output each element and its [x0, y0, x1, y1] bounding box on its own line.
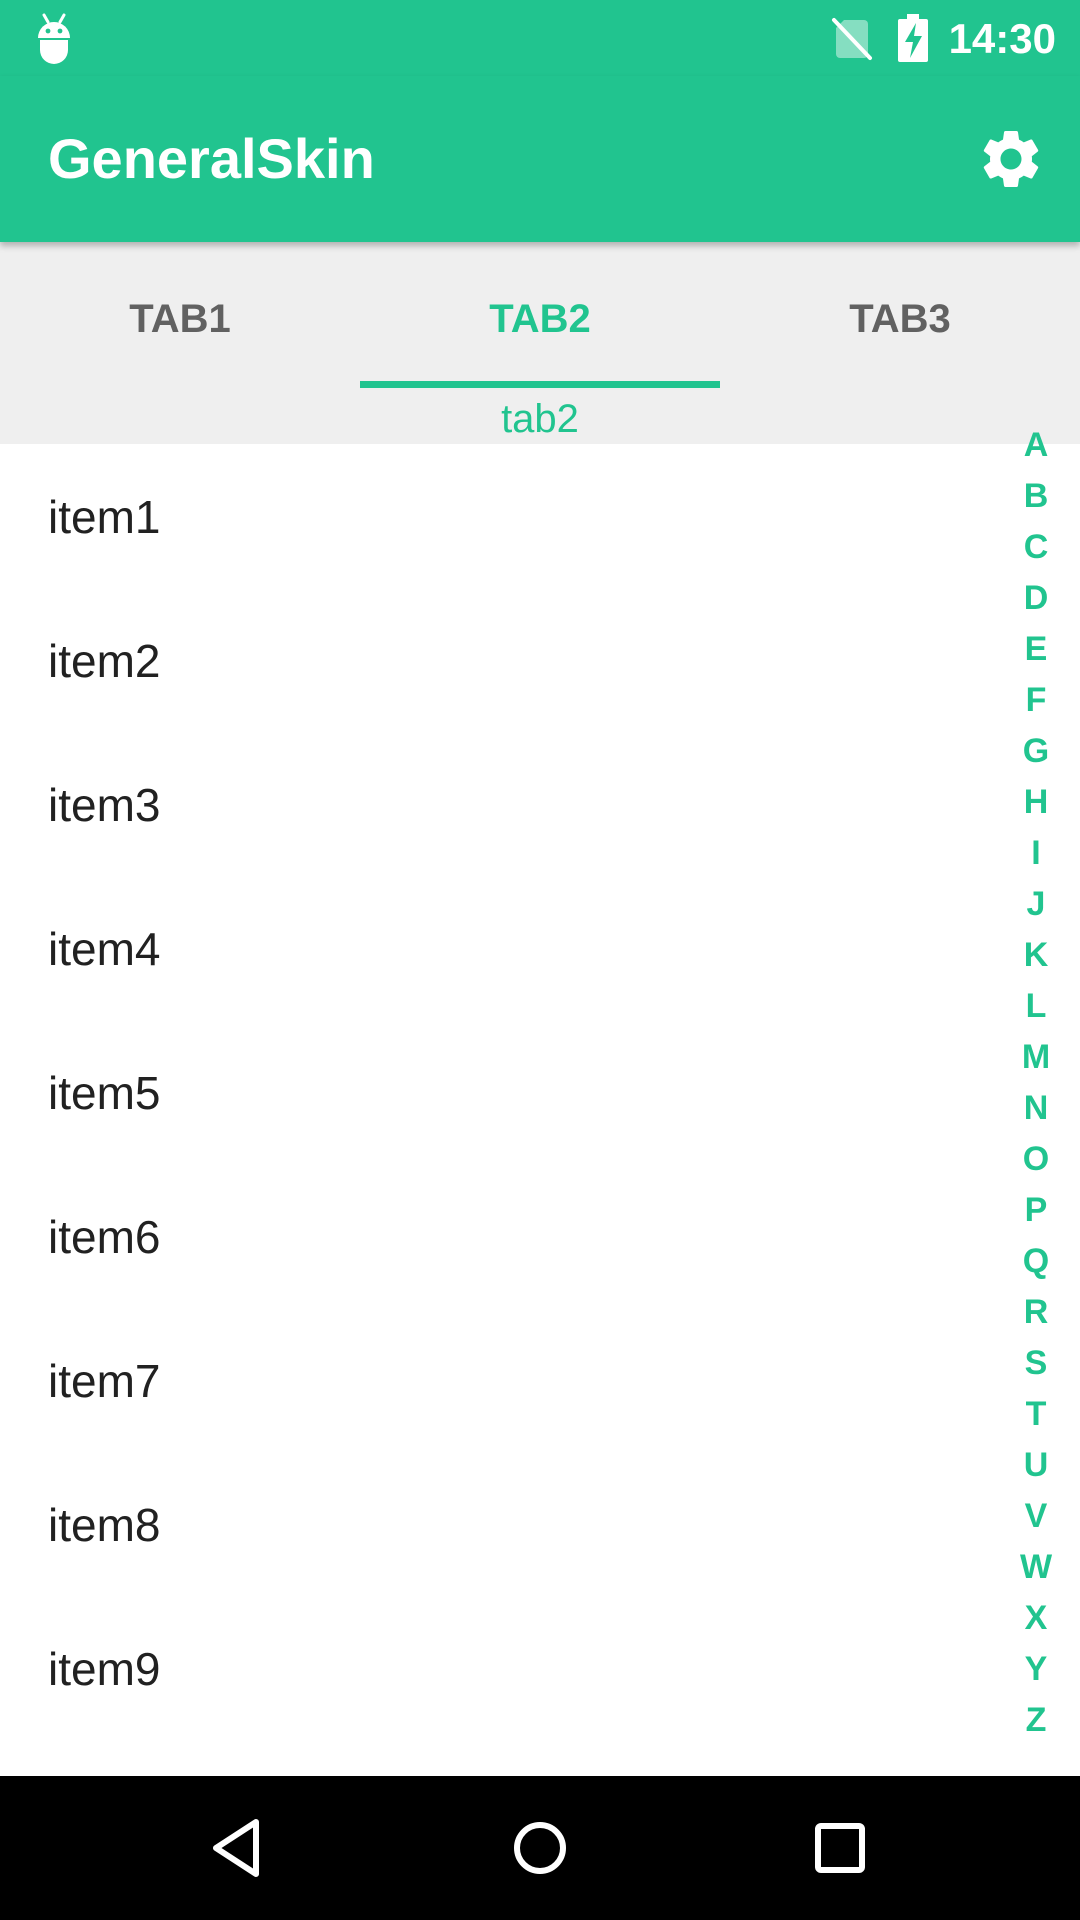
status-bar: 14:30 — [0, 0, 1080, 76]
index-letter-r[interactable]: R — [992, 1287, 1080, 1338]
list-item[interactable]: item9 — [0, 1596, 1080, 1740]
tab-label: TAB3 — [849, 297, 951, 341]
index-letter-y[interactable]: Y — [992, 1644, 1080, 1695]
index-letter-b[interactable]: B — [992, 471, 1080, 522]
list-item[interactable]: item8 — [0, 1452, 1080, 1596]
index-letter-k[interactable]: K — [992, 930, 1080, 981]
list-item-label: item5 — [48, 1067, 161, 1119]
tab-2[interactable]: TAB2 — [360, 242, 720, 388]
index-letter-s[interactable]: S — [992, 1338, 1080, 1389]
index-letter-o[interactable]: O — [992, 1134, 1080, 1185]
index-letter-l[interactable]: L — [992, 981, 1080, 1032]
index-letter-t[interactable]: T — [992, 1389, 1080, 1440]
home-icon[interactable] — [504, 1812, 576, 1884]
gear-icon[interactable] — [976, 124, 1046, 194]
list-item[interactable]: item7 — [0, 1308, 1080, 1452]
index-letter-v[interactable]: V — [992, 1491, 1080, 1542]
list-item[interactable]: item3 — [0, 732, 1080, 876]
tab-label: TAB2 — [489, 297, 591, 341]
list-item[interactable]: item5 — [0, 1020, 1080, 1164]
index-letter-i[interactable]: I — [992, 828, 1080, 879]
back-icon[interactable] — [204, 1812, 276, 1884]
index-letter-d[interactable]: D — [992, 573, 1080, 624]
index-letter-h[interactable]: H — [992, 777, 1080, 828]
index-letter-w[interactable]: W — [992, 1542, 1080, 1593]
item-list[interactable]: item1 item2 item3 item4 item5 item6 item… — [0, 444, 1080, 1776]
index-letter-u[interactable]: U — [992, 1440, 1080, 1491]
navigation-bar — [0, 1776, 1080, 1920]
list-item-label: item7 — [48, 1355, 161, 1407]
android-debug-icon — [38, 13, 70, 64]
index-letter-g[interactable]: G — [992, 726, 1080, 777]
list-item-label: item2 — [48, 635, 161, 687]
list-item-label: item1 — [48, 491, 161, 543]
list-item[interactable]: item1 — [0, 444, 1080, 588]
index-letter-z[interactable]: Z — [992, 1695, 1080, 1746]
tab-content-label: tab2 — [501, 397, 579, 441]
tab-bar: TAB1 TAB2 TAB3 tab2 — [0, 242, 1080, 444]
index-letter-q[interactable]: Q — [992, 1236, 1080, 1287]
index-letter-x[interactable]: X — [992, 1593, 1080, 1644]
tab-3[interactable]: TAB3 — [720, 242, 1080, 388]
tab-1[interactable]: TAB1 — [0, 242, 360, 388]
index-letter-a[interactable]: A — [992, 420, 1080, 471]
tab-indicator — [360, 381, 720, 388]
index-letter-f[interactable]: F — [992, 675, 1080, 726]
index-letter-c[interactable]: C — [992, 522, 1080, 573]
list-item-label: item9 — [48, 1643, 161, 1695]
list-item-label: item8 — [48, 1499, 161, 1551]
index-letter-n[interactable]: N — [992, 1083, 1080, 1134]
index-letter-e[interactable]: E — [992, 624, 1080, 675]
list-item-label: item6 — [48, 1211, 161, 1263]
index-letter-j[interactable]: J — [992, 879, 1080, 930]
battery-charging-icon — [898, 14, 928, 62]
app-bar: GeneralSkin — [0, 76, 1080, 242]
list-item[interactable]: item2 — [0, 588, 1080, 732]
list-item-label: item3 — [48, 779, 161, 831]
recent-apps-icon[interactable] — [804, 1812, 876, 1884]
index-letter-p[interactable]: P — [992, 1185, 1080, 1236]
index-letter-m[interactable]: M — [992, 1032, 1080, 1083]
alphabet-index-bar[interactable]: A B C D E F G H I J K L M N O P Q R S T … — [992, 420, 1080, 1740]
no-sim-icon — [832, 18, 872, 60]
list-item[interactable]: item6 — [0, 1164, 1080, 1308]
status-time: 14:30 — [948, 15, 1056, 62]
list-item[interactable]: item4 — [0, 876, 1080, 1020]
app-title: GeneralSkin — [48, 127, 375, 190]
list-item-label: item4 — [48, 923, 161, 975]
tab-label: TAB1 — [129, 297, 231, 341]
